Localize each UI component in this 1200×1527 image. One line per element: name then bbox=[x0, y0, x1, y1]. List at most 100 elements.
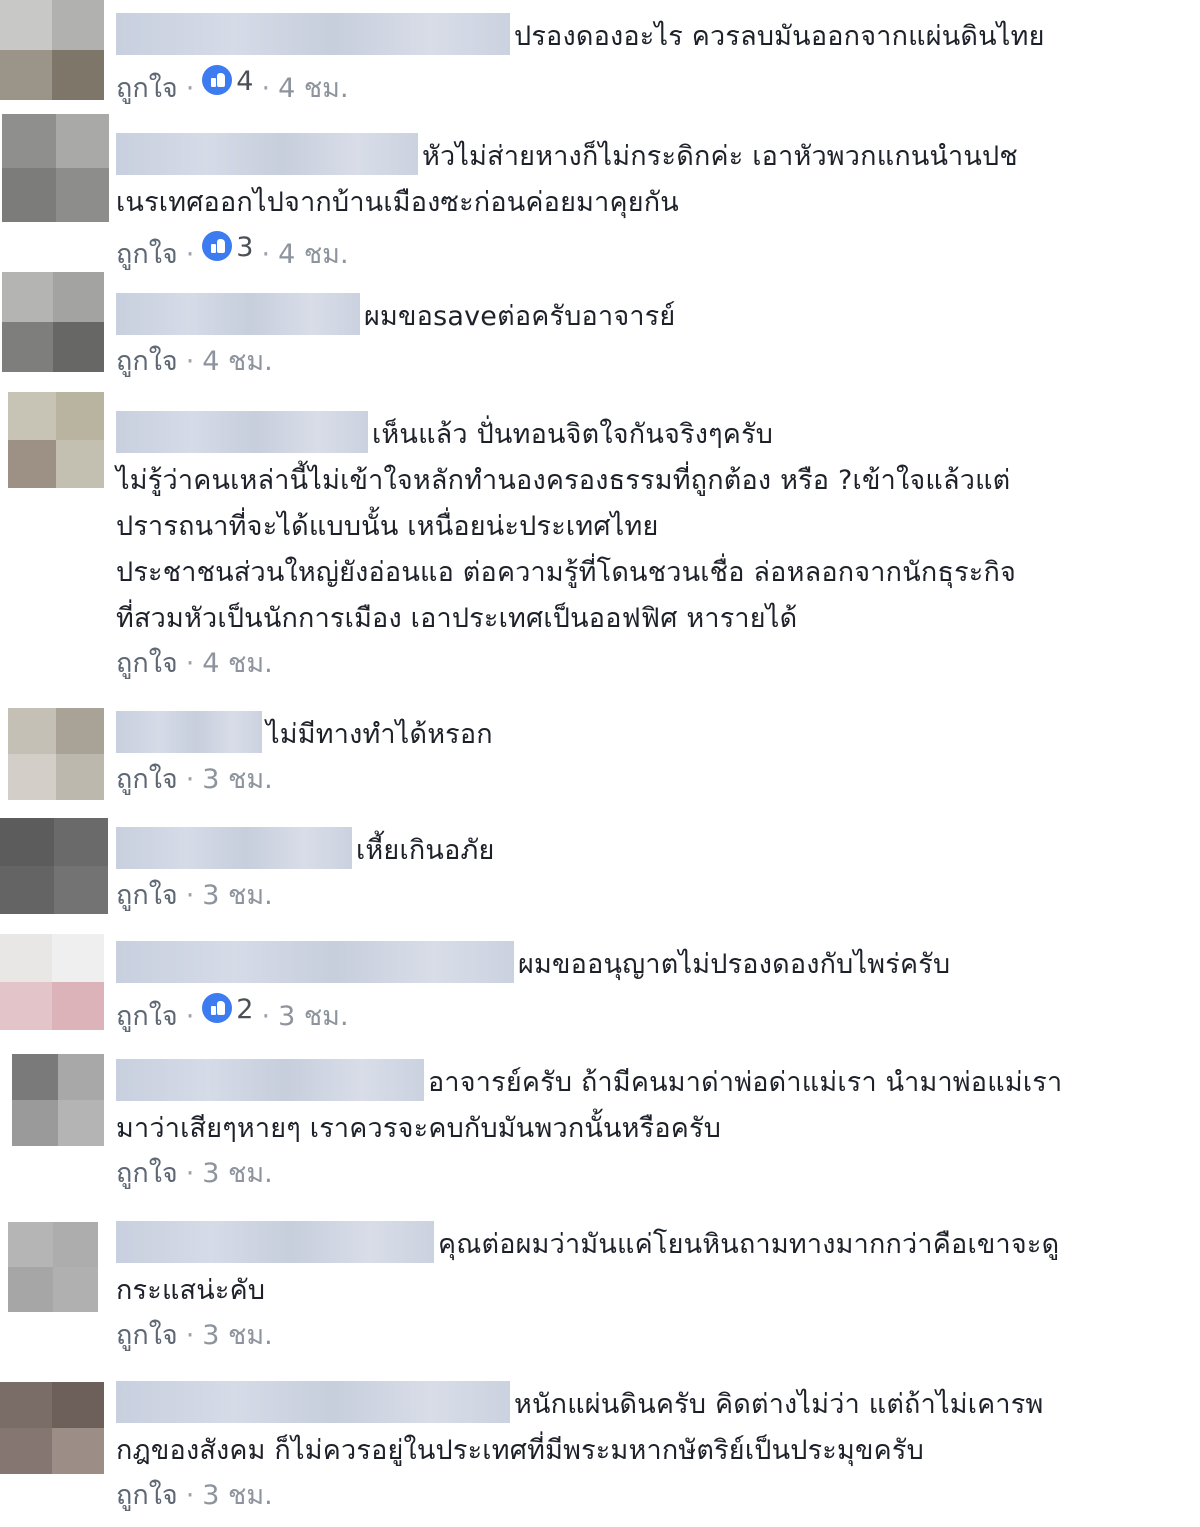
avatar[interactable] bbox=[0, 934, 104, 1030]
separator: · bbox=[185, 648, 195, 679]
like-link[interactable]: ถูกใจ bbox=[116, 1158, 178, 1189]
avatar[interactable] bbox=[2, 114, 109, 222]
avatar[interactable] bbox=[12, 1054, 104, 1146]
comment-6: เหี้ยเกินอภัย ถูกใจ · 3 ชม. bbox=[0, 818, 1200, 930]
comment-2: หัวไม่ส่ายหางก็ไม่กระดิกค่ะ เอาหัวพวกแกน… bbox=[0, 112, 1200, 272]
comment-actions: ถูกใจ · 4 · 4 ชม. bbox=[116, 60, 1180, 111]
comment-line: กฎของสังคม ก็ไม่ควรอยู่ในประเทศที่มีพระม… bbox=[116, 1435, 924, 1466]
comment-line: ไม่มีทางทำได้หรอก bbox=[266, 719, 493, 750]
separator: · bbox=[185, 1480, 195, 1511]
commenter-name[interactable] bbox=[116, 1058, 424, 1101]
timestamp[interactable]: 3 ชม. bbox=[202, 1320, 272, 1351]
timestamp[interactable]: 3 ชม. bbox=[202, 764, 272, 795]
comment-line: ไม่รู้ว่าคนเหล่านี้ไม่เข้าใจหลักทำนองครอ… bbox=[116, 465, 1011, 496]
comment-9: คุณต่อผมว่ามันแค่โยนหินถามทางมากกว่าคือเ… bbox=[0, 1214, 1200, 1368]
separator: · bbox=[185, 1320, 195, 1351]
timestamp[interactable]: 4 ชม. bbox=[202, 346, 272, 377]
comment-8: อาจารย์ครับ ถ้ามีคนมาด่าพ่อด่าแม่เรา นำม… bbox=[0, 1052, 1200, 1202]
comment-line: เหี้ยเกินอภัย bbox=[356, 835, 495, 866]
like-link[interactable]: ถูกใจ bbox=[116, 73, 178, 104]
comment-line: คุณต่อผมว่ามันแค่โยนหินถามทางมากกว่าคือเ… bbox=[438, 1229, 1060, 1260]
separator: · bbox=[261, 73, 271, 104]
comment-line: ผมขออนุญาตไม่ปรองดองกับไพร่ครับ bbox=[518, 949, 951, 980]
timestamp[interactable]: 4 ชม. bbox=[202, 648, 272, 679]
timestamp[interactable]: 3 ชม. bbox=[202, 1480, 272, 1511]
comment-actions: ถูกใจ · 3 ชม. bbox=[116, 758, 1180, 802]
comment-1: ปรองดองอะไร ควรลบมันออกจากแผ่นดินไทย ถูก… bbox=[0, 0, 1200, 110]
separator: · bbox=[185, 346, 195, 377]
comment-text: ปรองดองอะไร ควรลบมันออกจากแผ่นดินไทย bbox=[116, 12, 1180, 60]
avatar[interactable] bbox=[2, 272, 104, 372]
commenter-name[interactable] bbox=[116, 826, 352, 869]
comment-4: เห็นแล้ว ปั่นทอนจิตใจกันจริงๆครับ ไม่รู้… bbox=[0, 392, 1200, 692]
comment-line: หัวไม่ส่ายหางก็ไม่กระดิกค่ะ เอาหัวพวกแกน… bbox=[422, 141, 1018, 172]
avatar[interactable] bbox=[8, 392, 104, 488]
separator: · bbox=[185, 1001, 195, 1032]
commenter-name[interactable] bbox=[116, 12, 510, 55]
timestamp[interactable]: 3 ชม. bbox=[202, 1158, 272, 1189]
comment-line: อาจารย์ครับ ถ้ามีคนมาด่าพ่อด่าแม่เรา นำม… bbox=[428, 1067, 1063, 1098]
comment-line: ปรองดองอะไร ควรลบมันออกจากแผ่นดินไทย bbox=[514, 21, 1045, 52]
comment-text: หนักแผ่นดินครับ คิดต่างไม่ว่า แต่ถ้าไม่เ… bbox=[116, 1380, 1180, 1428]
comment-line: ประชาชนส่วนใหญ่ยังอ่อนแอ ต่อความรู้ที่โด… bbox=[116, 557, 1017, 588]
comment-actions: ถูกใจ · 2 · 3 ชม. bbox=[116, 988, 1180, 1039]
like-link[interactable]: ถูกใจ bbox=[116, 1480, 178, 1511]
comment-line: เห็นแล้ว ปั่นทอนจิตใจกันจริงๆครับ bbox=[372, 419, 774, 450]
commenter-name[interactable] bbox=[116, 132, 418, 175]
commenter-name[interactable] bbox=[116, 940, 514, 983]
comment-line: มาว่าเสียๆหายๆ เราควรจะคบกับมันพวกนั้นหร… bbox=[116, 1113, 722, 1144]
avatar[interactable] bbox=[0, 1382, 104, 1474]
comment-actions: ถูกใจ · 4 ชม. bbox=[116, 340, 1180, 384]
comment-actions: ถูกใจ · 3 · 4 ชม. bbox=[116, 226, 1180, 277]
comment-5: ไม่มีทางทำได้หรอก ถูกใจ · 3 ชม. bbox=[0, 708, 1200, 818]
reaction-number: 3 bbox=[236, 232, 254, 263]
reaction-count[interactable]: 4 bbox=[202, 60, 253, 104]
commenter-name[interactable] bbox=[116, 710, 262, 753]
comment-actions: ถูกใจ · 4 ชม. bbox=[116, 642, 1180, 686]
avatar[interactable] bbox=[0, 0, 104, 100]
timestamp[interactable]: 3 ชม. bbox=[202, 880, 272, 911]
like-reaction-icon bbox=[202, 993, 233, 1023]
comment-actions: ถูกใจ · 3 ชม. bbox=[116, 1474, 1180, 1518]
comment-text: ผมขอsaveต่อครับอาจารย์ bbox=[116, 292, 1180, 340]
timestamp[interactable]: 3 ชม. bbox=[278, 1001, 348, 1032]
comment-line: ที่สวมหัวเป็นนักการเมือง เอาประเทศเป็นออ… bbox=[116, 603, 798, 634]
like-link[interactable]: ถูกใจ bbox=[116, 346, 178, 377]
comment-text: เห็นแล้ว ปั่นทอนจิตใจกันจริงๆครับ bbox=[116, 410, 1180, 458]
commenter-name[interactable] bbox=[116, 1220, 434, 1263]
commenter-name[interactable] bbox=[116, 292, 360, 335]
reaction-count[interactable]: 3 bbox=[202, 226, 253, 270]
commenter-name[interactable] bbox=[116, 410, 368, 453]
comment-line: หนักแผ่นดินครับ คิดต่างไม่ว่า แต่ถ้าไม่เ… bbox=[514, 1389, 1044, 1420]
like-link[interactable]: ถูกใจ bbox=[116, 880, 178, 911]
separator: · bbox=[261, 1001, 271, 1032]
like-link[interactable]: ถูกใจ bbox=[116, 764, 178, 795]
avatar[interactable] bbox=[8, 1222, 98, 1312]
avatar[interactable] bbox=[0, 818, 108, 914]
comment-text: อาจารย์ครับ ถ้ามีคนมาด่าพ่อด่าแม่เรา นำม… bbox=[116, 1058, 1180, 1106]
reaction-number: 2 bbox=[236, 994, 254, 1025]
comment-line: กระแสน่ะคับ bbox=[116, 1275, 266, 1306]
reaction-count[interactable]: 2 bbox=[202, 988, 253, 1032]
comment-actions: ถูกใจ · 3 ชม. bbox=[116, 1152, 1180, 1196]
comment-actions: ถูกใจ · 3 ชม. bbox=[116, 1314, 1180, 1358]
separator: · bbox=[185, 880, 195, 911]
comment-line: ปรารถนาที่จะได้แบบนั้น เหนื่อยน่ะประเทศไ… bbox=[116, 511, 659, 542]
avatar[interactable] bbox=[8, 708, 104, 800]
like-reaction-icon bbox=[202, 231, 233, 261]
comment-text: เหี้ยเกินอภัย bbox=[116, 826, 1180, 874]
comment-text: คุณต่อผมว่ามันแค่โยนหินถามทางมากกว่าคือเ… bbox=[116, 1220, 1180, 1268]
like-link[interactable]: ถูกใจ bbox=[116, 1320, 178, 1351]
timestamp[interactable]: 4 ชม. bbox=[278, 239, 348, 270]
like-link[interactable]: ถูกใจ bbox=[116, 648, 178, 679]
like-reaction-icon bbox=[202, 65, 233, 95]
comment-actions: ถูกใจ · 3 ชม. bbox=[116, 874, 1180, 918]
timestamp[interactable]: 4 ชม. bbox=[278, 73, 348, 104]
separator: · bbox=[185, 764, 195, 795]
like-link[interactable]: ถูกใจ bbox=[116, 1001, 178, 1032]
separator: · bbox=[261, 239, 271, 270]
comment-text: หัวไม่ส่ายหางก็ไม่กระดิกค่ะ เอาหัวพวกแกน… bbox=[116, 132, 1180, 180]
commenter-name[interactable] bbox=[116, 1380, 510, 1423]
like-link[interactable]: ถูกใจ bbox=[116, 239, 178, 270]
comment-line: ผมขอsaveต่อครับอาจารย์ bbox=[364, 301, 676, 332]
